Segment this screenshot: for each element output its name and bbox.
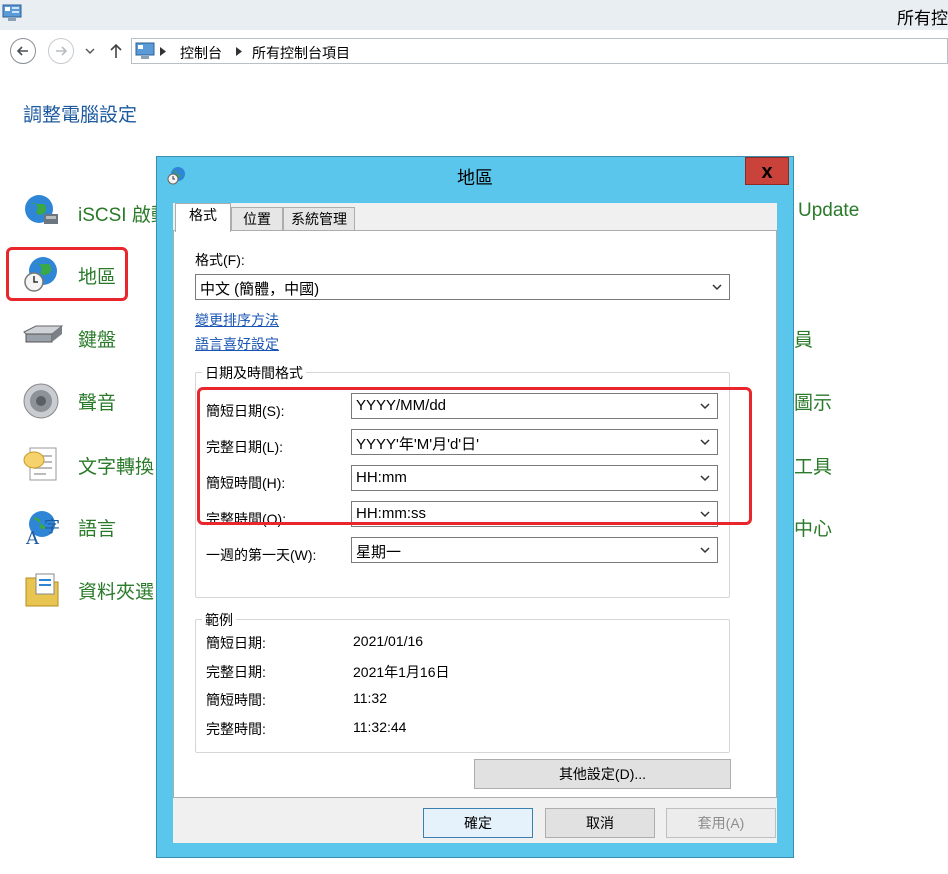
language-icon: A字: [25, 511, 60, 548]
tab-location[interactable]: 位置: [231, 207, 283, 231]
example-long-time-value: 11:32:44: [353, 719, 407, 735]
breadcrumb-chevron-icon: [160, 47, 166, 56]
example-long-date-value: 2021年1月16日: [353, 664, 450, 680]
chevron-down-icon: [700, 547, 710, 554]
examples-group-title: 範例: [202, 610, 236, 630]
examples-group: [195, 619, 730, 753]
close-button[interactable]: x: [745, 157, 789, 185]
recent-dropdown-icon[interactable]: [85, 47, 95, 55]
back-arrow-icon[interactable]: [10, 38, 36, 64]
region-globe-clock-icon: [24, 257, 57, 292]
chevron-down-icon: [712, 284, 722, 291]
cp-item-speech[interactable]: 文字轉換: [78, 452, 154, 479]
first-day-value: 星期一: [356, 544, 402, 561]
change-sort-link[interactable]: 變更排序方法: [195, 310, 279, 330]
cp-item-right-3[interactable]: 圖示: [794, 388, 832, 415]
first-day-label: 一週的第一天(W):: [206, 547, 317, 563]
window-titlebar: 所有控: [0, 0, 948, 30]
window-title: 所有控: [897, 9, 948, 28]
dialog-title: 地區: [457, 168, 493, 188]
speech-icon: [23, 447, 57, 481]
cp-item-region[interactable]: 地區: [78, 262, 116, 289]
page-title: 調整電腦設定: [23, 105, 138, 126]
example-short-date-value: 2021/01/16: [353, 633, 424, 649]
iscsi-globe-icon: [25, 195, 58, 224]
control-panel-small-icon: [135, 42, 155, 59]
datetime-highlight-box: [197, 387, 752, 525]
cp-item-sound[interactable]: 聲音: [78, 388, 116, 415]
cp-item-update[interactable]: Update: [798, 200, 859, 222]
svg-text:字: 字: [44, 517, 60, 536]
ok-button[interactable]: 確定: [423, 808, 533, 838]
example-short-date-label: 簡短日期:: [206, 635, 266, 651]
cp-item-right-4[interactable]: 工具: [794, 452, 832, 479]
example-long-date-label: 完整日期:: [206, 664, 266, 680]
example-short-time-label: 簡短時間:: [206, 692, 266, 708]
cancel-button[interactable]: 取消: [545, 808, 655, 838]
format-select[interactable]: 中文 (簡體，中國): [195, 274, 730, 300]
example-long-time-label: 完整時間:: [206, 721, 266, 737]
cp-item-right-2[interactable]: 員: [794, 325, 813, 352]
apply-button[interactable]: 套用(A): [666, 808, 776, 838]
forward-arrow-icon[interactable]: [48, 38, 74, 64]
control-panel-icon: [2, 4, 22, 21]
tab-format[interactable]: 格式: [175, 203, 231, 232]
svg-text:A: A: [25, 528, 40, 548]
breadcrumb-chevron-icon: [236, 47, 242, 56]
breadcrumb-control-panel[interactable]: 控制台: [180, 43, 222, 63]
folder-options-icon: [25, 573, 59, 607]
first-day-select[interactable]: 星期一: [351, 537, 718, 563]
format-select-value: 中文 (簡體，中國): [200, 281, 320, 298]
dialog-titlebar[interactable]: 地區 x: [157, 157, 793, 193]
cp-item-folder-options[interactable]: 資料夾選: [78, 577, 154, 604]
breadcrumb-all-items[interactable]: 所有控制台項目: [252, 43, 350, 63]
cp-item-language[interactable]: 語言: [78, 514, 116, 541]
example-short-time-value: 11:32: [353, 690, 387, 706]
tab-administrative[interactable]: 系統管理: [283, 207, 355, 231]
cp-item-keyboard[interactable]: 鍵盤: [78, 325, 116, 352]
other-settings-button[interactable]: 其他設定(D)...: [474, 759, 731, 789]
cp-item-right-5[interactable]: 中心: [794, 514, 832, 541]
language-preferences-link[interactable]: 語言喜好設定: [195, 334, 279, 354]
format-label: 格式(F):: [195, 252, 245, 268]
up-arrow-icon[interactable]: [108, 42, 124, 60]
keyboard-icon: [23, 325, 64, 343]
datetime-group-title: 日期及時間格式: [202, 363, 306, 383]
speaker-icon: [23, 383, 59, 419]
address-bar[interactable]: 控制台 所有控制台項目: [131, 38, 948, 64]
